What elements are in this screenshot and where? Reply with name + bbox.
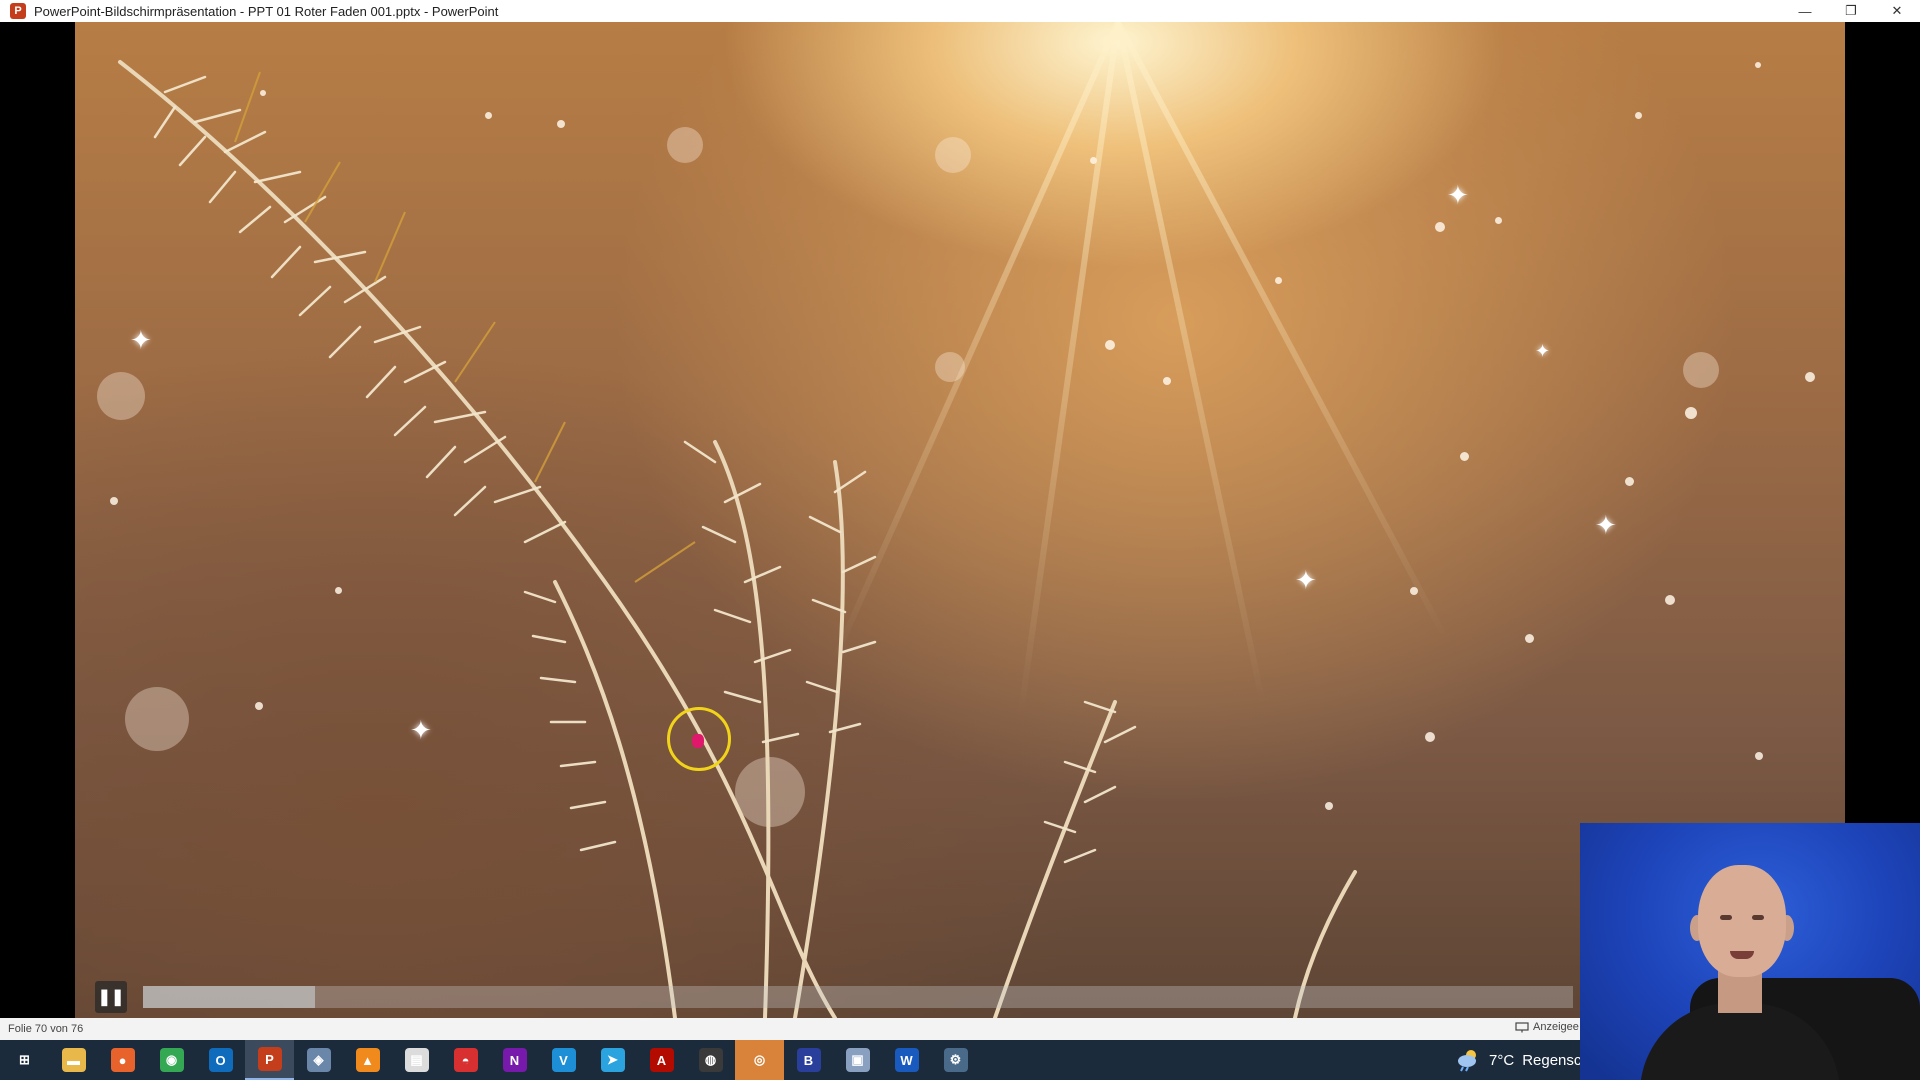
start-icon: ⊞ [12, 1048, 37, 1072]
app-cursor-icon: ◈ [306, 1048, 331, 1072]
weather-cloud-rain-icon [1458, 1050, 1476, 1072]
restore-button[interactable]: ❐ [1828, 0, 1874, 22]
telegram-icon: ➤ [600, 1048, 625, 1072]
taskbar-word[interactable]: W [882, 1040, 931, 1080]
taskbar-vectorworks[interactable]: V [539, 1040, 588, 1080]
word-icon: W [894, 1048, 919, 1072]
taskbar-file-explorer[interactable]: ▬ [49, 1040, 98, 1080]
remote-app-icon: ▣ [845, 1048, 870, 1072]
vlc-icon: ▲ [355, 1048, 380, 1072]
taskbar-app-cursor[interactable]: ◈ [294, 1040, 343, 1080]
blue-app-icon: B [796, 1048, 821, 1072]
powerpoint-icon: P [257, 1047, 282, 1071]
taskbar-notepad[interactable]: ▤ [392, 1040, 441, 1080]
taskbar-obs[interactable]: ◍ [686, 1040, 735, 1080]
slide-counter: Folie 70 von 76 [8, 1023, 84, 1035]
media-progress-track[interactable] [143, 986, 1573, 1008]
view-settings[interactable]: Anzeigee [1515, 1021, 1579, 1033]
recorder-icon: ◎ [747, 1048, 772, 1072]
taskbar-firefox[interactable]: ● [98, 1040, 147, 1080]
system-tray: 7°C Regensch [1455, 1040, 1590, 1080]
taskbar-chrome[interactable]: ◉ [147, 1040, 196, 1080]
firefox-icon: ● [110, 1048, 135, 1072]
taskbar-acrobat[interactable]: A [637, 1040, 686, 1080]
obs-icon: ◍ [698, 1048, 723, 1072]
taskbar-powerpoint[interactable]: P [245, 1040, 294, 1080]
laser-pointer-cursor [692, 734, 704, 748]
taskbar-lips-app[interactable]: ◓ [441, 1040, 490, 1080]
lips-app-icon: ◓ [453, 1048, 478, 1072]
minimize-button[interactable]: — [1782, 0, 1828, 22]
pause-icon: ❚❚ [97, 989, 125, 1006]
close-button[interactable]: ✕ [1874, 0, 1920, 22]
window-controls: — ❐ ✕ [1782, 0, 1920, 22]
window-title: PowerPoint-Bildschirmpräsentation - PPT … [34, 3, 499, 19]
taskbar-network-app[interactable]: ⚙ [931, 1040, 980, 1080]
file-explorer-icon: ▬ [61, 1048, 86, 1072]
webcam-overlay [1580, 823, 1920, 1080]
taskbar-outlook[interactable]: O [196, 1040, 245, 1080]
window-title-bar: P PowerPoint-Bildschirmpräsentation - PP… [0, 0, 1920, 22]
taskbar-vlc[interactable]: ▲ [343, 1040, 392, 1080]
taskbar-remote-app[interactable]: ▣ [833, 1040, 882, 1080]
media-progress-fill [143, 986, 315, 1008]
outlook-icon: O [208, 1048, 233, 1072]
powerpoint-app-icon: P [10, 3, 26, 19]
vectorworks-icon: V [551, 1048, 576, 1072]
webcam-person-eye [1720, 915, 1732, 920]
notepad-icon: ▤ [404, 1048, 429, 1072]
taskbar-recorder[interactable]: ◎ [735, 1040, 784, 1080]
weather-temperature[interactable]: 7°C [1489, 1052, 1514, 1069]
chrome-icon: ◉ [159, 1048, 184, 1072]
webcam-person-eye [1752, 915, 1764, 920]
acrobat-icon: A [649, 1048, 674, 1072]
view-label: Anzeigee [1533, 1021, 1579, 1033]
taskbar-telegram[interactable]: ➤ [588, 1040, 637, 1080]
onenote-icon: N [502, 1048, 527, 1072]
presenter-view-icon [1515, 1021, 1529, 1032]
pause-button[interactable]: ❚❚ [95, 981, 127, 1013]
taskbar-onenote[interactable]: N [490, 1040, 539, 1080]
taskbar-start[interactable]: ⊞ [0, 1040, 49, 1080]
media-controls: ❚❚ [95, 977, 1580, 1017]
taskbar-blue-app[interactable]: B [784, 1040, 833, 1080]
webcam-person-head [1698, 865, 1786, 977]
network-app-icon: ⚙ [943, 1048, 968, 1072]
